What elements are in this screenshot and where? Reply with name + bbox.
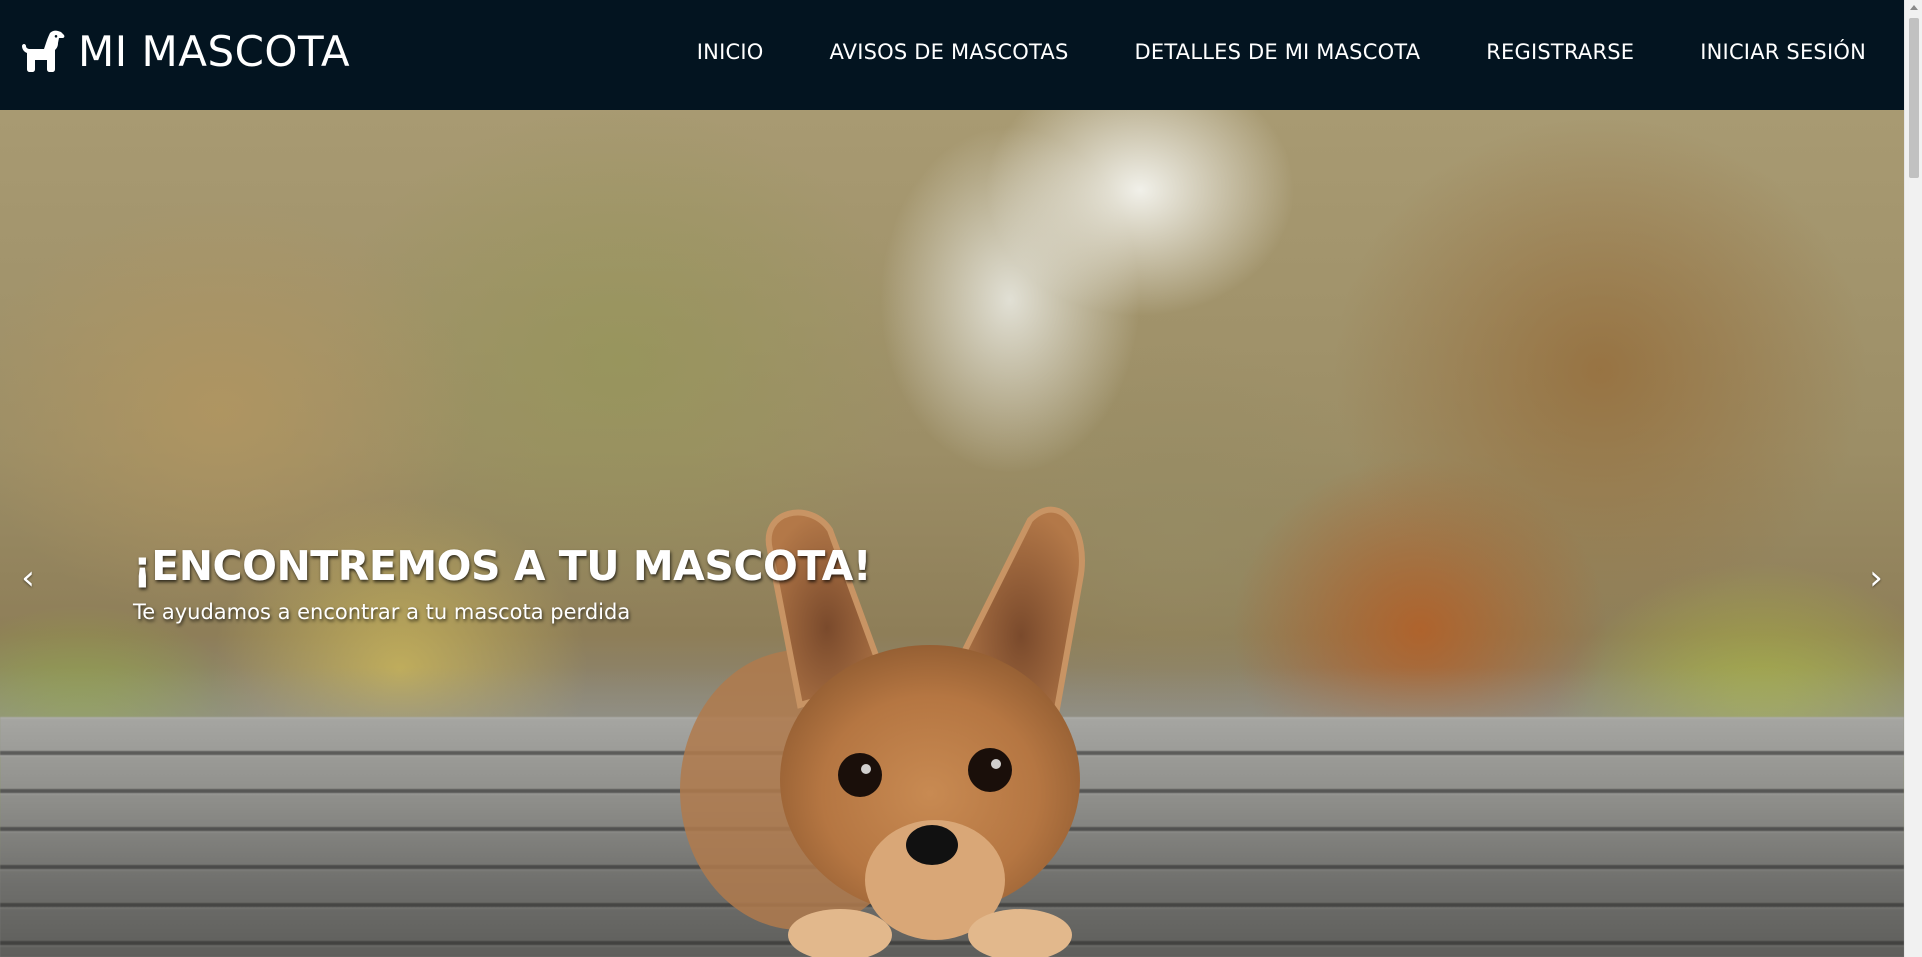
nav-item-registrarse[interactable]: REGISTRARSE bbox=[1453, 38, 1667, 66]
carousel-prev-button[interactable]: ‹ bbox=[8, 558, 48, 598]
navbar: MI MASCOTA INICIO AVISOS DE MASCOTAS DET… bbox=[0, 0, 1904, 110]
dog-icon bbox=[22, 30, 65, 72]
main-nav: INICIO AVISOS DE MASCOTAS DETALLES DE MI… bbox=[664, 38, 1866, 66]
brand-name: MI MASCOTA bbox=[78, 27, 351, 76]
hero-carousel: ¡ENCONTREMOS A TU MASCOTA! Te ayudamos a… bbox=[0, 110, 1904, 957]
carousel-next-button[interactable]: › bbox=[1856, 558, 1896, 598]
brand-link[interactable]: MI MASCOTA bbox=[20, 26, 350, 78]
chevron-right-icon: › bbox=[1869, 558, 1883, 598]
nav-item-inicio[interactable]: INICIO bbox=[664, 38, 797, 66]
page-scrollbar[interactable] bbox=[1904, 0, 1922, 957]
nav-item-detalles[interactable]: DETALLES DE MI MASCOTA bbox=[1102, 38, 1454, 66]
scrollbar-thumb[interactable] bbox=[1909, 18, 1919, 178]
page: MI MASCOTA INICIO AVISOS DE MASCOTAS DET… bbox=[0, 0, 1922, 957]
nav-item-avisos[interactable]: AVISOS DE MASCOTAS bbox=[796, 38, 1101, 66]
chevron-left-icon: ‹ bbox=[21, 558, 35, 598]
hero-title: ¡ENCONTREMOS A TU MASCOTA! bbox=[133, 542, 872, 590]
scroll-up-arrow-icon[interactable] bbox=[1910, 5, 1918, 10]
carousel-caption: ¡ENCONTREMOS A TU MASCOTA! Te ayudamos a… bbox=[133, 542, 872, 624]
hero-subtitle: Te ayudamos a encontrar a tu mascota per… bbox=[133, 600, 631, 624]
nav-item-iniciar-sesion[interactable]: INICIAR SESIÓN bbox=[1667, 38, 1866, 66]
